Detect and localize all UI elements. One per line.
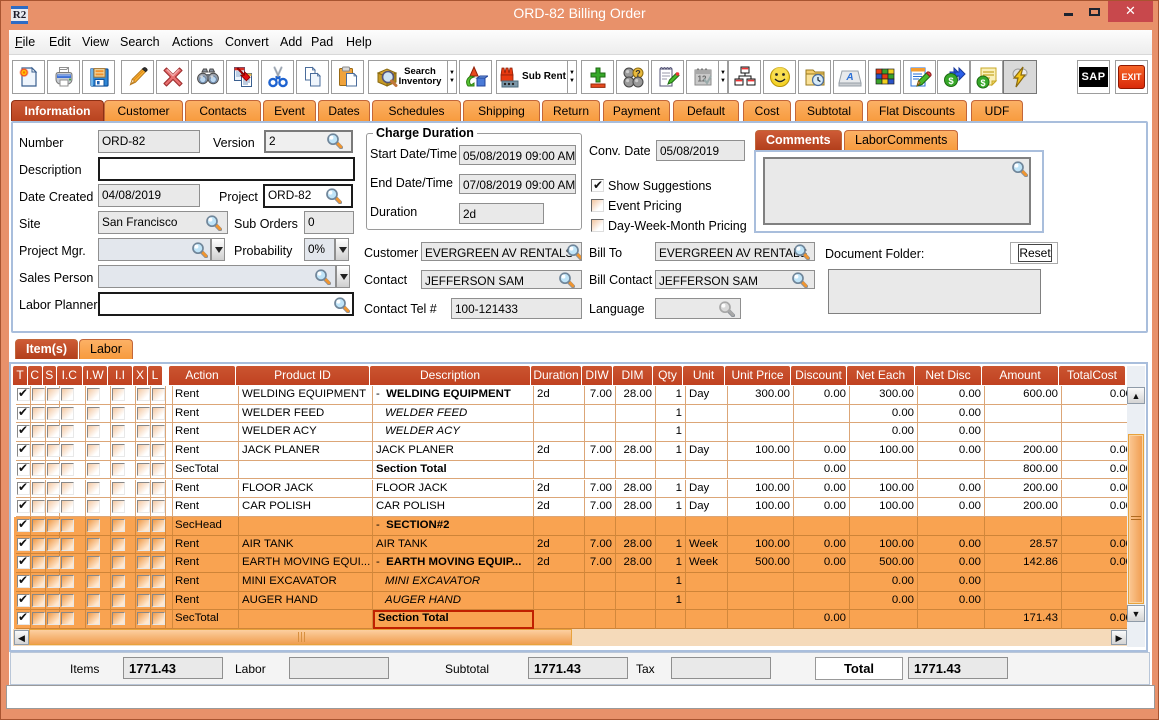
svg-text:$: $ — [948, 76, 954, 87]
svg-text:$: $ — [980, 78, 985, 88]
svg-text:A: A — [845, 72, 853, 83]
svg-text:?: ? — [635, 69, 641, 79]
